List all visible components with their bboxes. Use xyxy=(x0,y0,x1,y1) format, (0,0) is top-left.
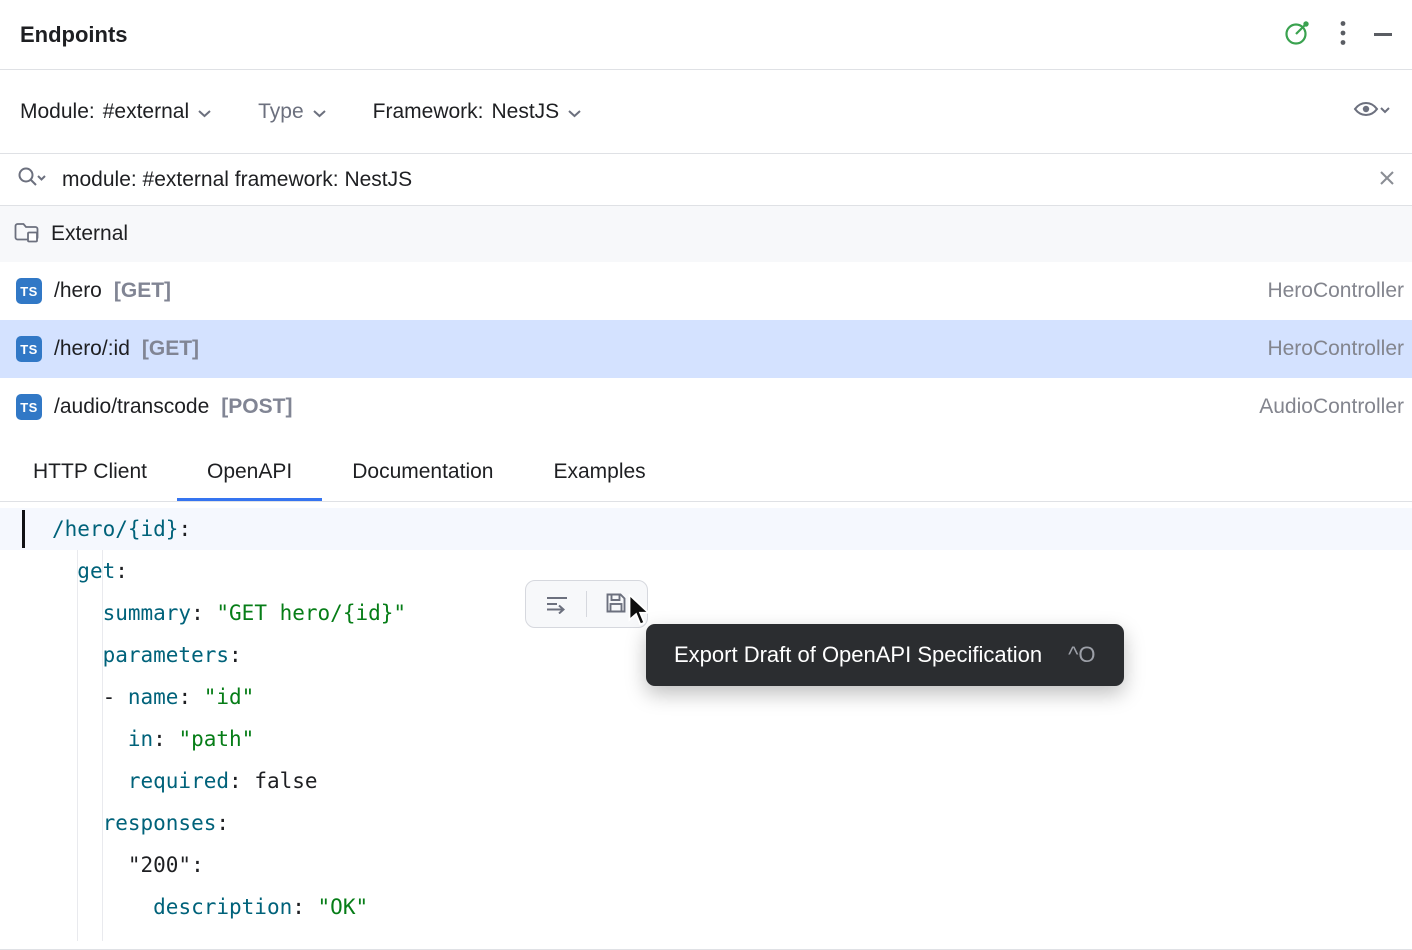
header-actions xyxy=(1282,18,1392,51)
code-line[interactable]: /hero/{id}: xyxy=(0,508,1412,550)
view-options-button[interactable] xyxy=(1352,97,1392,127)
tab-openapi[interactable]: OpenAPI xyxy=(177,446,322,501)
open-in-editor-icon xyxy=(544,592,570,617)
more-options-button[interactable] xyxy=(1340,20,1346,49)
module-filter-value: #external xyxy=(103,100,189,124)
framework-filter-value: NestJS xyxy=(492,100,560,124)
close-icon xyxy=(1378,169,1396,190)
endpoint-method: [POST] xyxy=(221,395,292,419)
detail-tabs: HTTP Client OpenAPI Documentation Exampl… xyxy=(0,446,1412,502)
mouse-cursor xyxy=(628,594,658,632)
code-line[interactable]: get: xyxy=(0,550,1412,592)
search-icon xyxy=(16,165,48,195)
chevron-down-icon xyxy=(197,100,212,124)
ts-badge: TS xyxy=(16,278,42,304)
type-filter-dropdown[interactable]: Type xyxy=(258,100,327,124)
code-line[interactable]: responses: xyxy=(0,802,1412,844)
chevron-down-icon xyxy=(312,100,327,124)
endpoints-tool-window: Endpoints xyxy=(0,0,1412,950)
group-label: External xyxy=(51,222,128,246)
endpoint-row-hero-get[interactable]: TS /hero [GET] HeroController xyxy=(0,262,1412,320)
tooltip-text: Export Draft of OpenAPI Specification xyxy=(674,642,1042,668)
tooltip-export-openapi: Export Draft of OpenAPI Specification ^O xyxy=(646,624,1124,686)
code-line[interactable]: "200": xyxy=(0,844,1412,886)
tooltip-shortcut: ^O xyxy=(1068,642,1095,668)
endpoint-list: TS /hero [GET] HeroController TS /hero/:… xyxy=(0,262,1412,436)
endpoint-path: /audio/transcode xyxy=(54,395,209,419)
endpoint-method: [GET] xyxy=(142,337,199,361)
module-filter-label: Module: xyxy=(20,100,95,124)
endpoint-controller: HeroController xyxy=(1267,337,1406,361)
code-line[interactable]: in: "path" xyxy=(0,718,1412,760)
hide-icon xyxy=(1374,33,1392,35)
endpoint-path: /hero xyxy=(54,279,102,303)
group-row-external[interactable]: External xyxy=(0,206,1412,262)
endpoint-method: [GET] xyxy=(114,279,171,303)
search-bar: module: #external framework: NestJS xyxy=(0,154,1412,206)
endpoint-row-audio-transcode-post[interactable]: TS /audio/transcode [POST] AudioControll… xyxy=(0,378,1412,436)
hide-button[interactable] xyxy=(1374,33,1392,35)
more-options-icon xyxy=(1340,20,1346,49)
tab-examples[interactable]: Examples xyxy=(523,446,675,501)
code-area: /hero/{id}: get: summary: "GET hero/{id}… xyxy=(0,508,1412,928)
code-line[interactable]: description: "OK" xyxy=(0,886,1412,928)
openapi-editor[interactable]: /hero/{id}: get: summary: "GET hero/{id}… xyxy=(0,502,1412,950)
framework-filter-label: Framework: xyxy=(373,100,484,124)
endpoint-controller: HeroController xyxy=(1267,279,1406,303)
type-filter-label: Type xyxy=(258,100,304,124)
endpoint-row-hero-id-get[interactable]: TS /hero/:id [GET] HeroController xyxy=(0,320,1412,378)
search-input[interactable]: module: #external framework: NestJS xyxy=(62,168,1364,192)
clear-search-button[interactable] xyxy=(1378,169,1396,190)
framework-filter-dropdown[interactable]: Framework: NestJS xyxy=(373,100,583,124)
text-caret xyxy=(22,510,25,548)
chevron-down-icon xyxy=(567,100,582,124)
module-filter-dropdown[interactable]: Module: #external xyxy=(20,100,212,124)
endpoint-path: /hero/:id xyxy=(54,337,130,361)
toolbar-divider xyxy=(586,591,587,617)
endpoints-status-button[interactable] xyxy=(1282,18,1312,51)
endpoints-monitor-icon xyxy=(1282,18,1312,51)
ts-badge: TS xyxy=(16,336,42,362)
code-line[interactable]: required: false xyxy=(0,760,1412,802)
open-in-editor-button[interactable] xyxy=(538,585,576,623)
page-title: Endpoints xyxy=(20,22,128,48)
ts-badge: TS xyxy=(16,394,42,420)
filter-bar: Module: #external Type Framework: NestJS xyxy=(0,70,1412,154)
view-options-icon xyxy=(1352,97,1392,127)
endpoint-controller: AudioController xyxy=(1259,395,1406,419)
folder-icon xyxy=(13,220,40,249)
tool-window-header: Endpoints xyxy=(0,0,1412,70)
save-export-icon xyxy=(604,591,628,618)
tab-documentation[interactable]: Documentation xyxy=(322,446,523,501)
tab-http-client[interactable]: HTTP Client xyxy=(3,446,177,501)
